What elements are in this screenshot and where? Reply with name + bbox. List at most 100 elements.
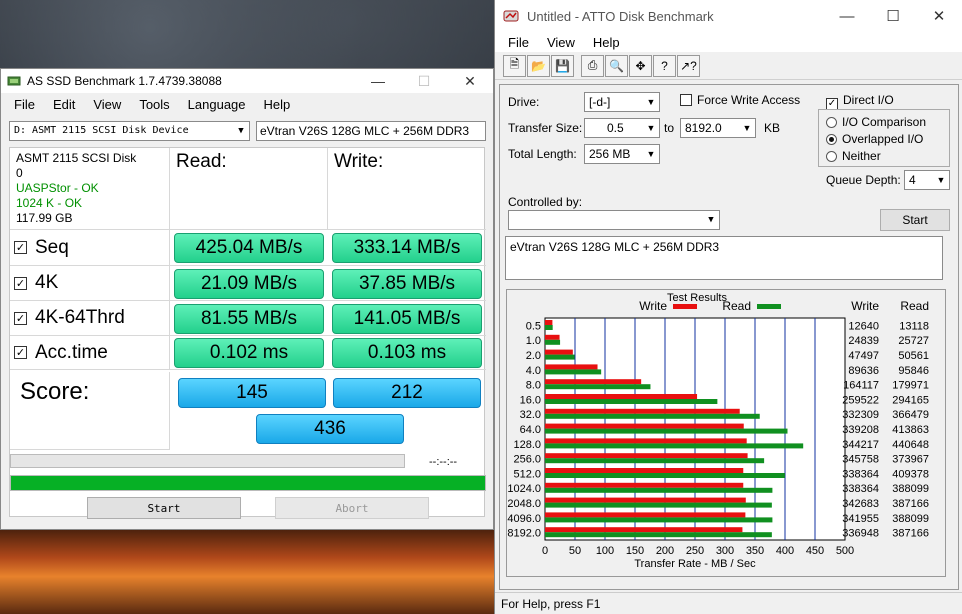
close-button[interactable]: ✕ <box>916 0 962 32</box>
io-comparison-radio[interactable]: I/O Comparison <box>826 115 926 129</box>
move-icon[interactable]: ✥ <box>629 54 652 77</box>
chevron-down-icon: ▼ <box>646 123 656 133</box>
queue-depth-select[interactable]: 4 ▼ <box>904 170 950 190</box>
overall-progress-fill <box>11 476 485 490</box>
bar-write <box>545 408 740 414</box>
4k64-write-value: 141.05 MB/s <box>332 304 482 334</box>
read-header: Read: <box>170 148 328 230</box>
value-write: 332309 <box>842 409 879 421</box>
score-write: 212 <box>333 378 481 408</box>
maximize-button[interactable]: ☐ <box>870 0 916 32</box>
menu-view[interactable]: View <box>538 35 584 50</box>
menu-help[interactable]: Help <box>584 35 629 50</box>
menu-help[interactable]: Help <box>255 97 300 112</box>
drive-info: ASMT 2115 SCSI Disk 0 UASPStor - OK 1024… <box>10 148 170 230</box>
checkbox-checked-icon: ✓ <box>14 311 27 325</box>
direct-io-checkbox[interactable]: ✓ Direct I/O <box>826 93 894 110</box>
chevron-down-icon: ▼ <box>646 97 656 107</box>
total-length-select[interactable]: 256 MB ▼ <box>584 144 660 164</box>
row-label: 4K-64Thrd <box>35 307 125 328</box>
y-tick-label: 16.0 <box>520 394 541 406</box>
window-title: Untitled - ATTO Disk Benchmark <box>527 8 714 24</box>
direct-io-label: Direct I/O <box>843 93 894 107</box>
transfer-size-to-value: 8192.0 <box>685 121 722 135</box>
atto-menubar: File View Help <box>495 32 962 52</box>
menu-edit[interactable]: Edit <box>44 97 84 112</box>
open-folder-icon[interactable]: 📂 <box>527 54 550 77</box>
status-text: For Help, press F1 <box>501 597 601 611</box>
overlapped-io-label: Overlapped I/O <box>842 132 924 146</box>
bar-write <box>545 379 642 385</box>
description-field[interactable]: eVtran V26S 128G MLC + 256M DDR3 <box>505 236 943 280</box>
x-tick-label: 200 <box>656 545 674 557</box>
force-write-label: Force Write Access <box>697 93 801 107</box>
y-tick-label: 2.0 <box>526 350 541 362</box>
force-write-checkbox[interactable]: Force Write Access <box>680 93 800 107</box>
minimize-button[interactable]: — <box>824 0 870 32</box>
desktop-sunset <box>0 520 500 614</box>
menu-file[interactable]: File <box>5 97 44 112</box>
help-icon[interactable]: ? <box>653 54 676 77</box>
value-read: 440648 <box>892 439 929 451</box>
y-tick-label: 32.0 <box>520 409 541 421</box>
value-write: 338364 <box>842 483 879 495</box>
print-preview-icon[interactable]: 🔍 <box>605 54 628 77</box>
radio-empty-icon <box>826 151 837 162</box>
value-write: 164117 <box>843 380 879 392</box>
neither-label: Neither <box>842 149 881 163</box>
drive-select[interactable]: [-d-] ▼ <box>584 92 660 112</box>
checkbox-checked-icon: ✓ <box>14 241 27 254</box>
print-icon[interactable]: ⎙ <box>581 54 604 77</box>
bar-read <box>545 369 602 375</box>
row-4k64-label[interactable]: ✓ 4K-64Thrd <box>10 301 170 336</box>
start-button[interactable]: Start <box>87 497 241 519</box>
bar-write <box>545 527 743 533</box>
device-select[interactable]: D: ASMT 2115 SCSI Disk Device ▼ <box>9 121 250 141</box>
bar-read <box>545 413 760 419</box>
drive-label: Drive: <box>508 95 540 109</box>
menu-tools[interactable]: Tools <box>130 97 178 112</box>
chevron-down-icon: ▼ <box>238 126 244 136</box>
acc-read-value: 0.102 ms <box>174 338 324 368</box>
bar-write <box>545 423 744 429</box>
atto-titlebar[interactable]: Untitled - ATTO Disk Benchmark — ☐ ✕ <box>495 0 962 32</box>
bar-read <box>545 354 575 360</box>
close-button[interactable]: ✕ <box>447 69 493 93</box>
overlapped-io-radio[interactable]: Overlapped I/O <box>826 132 923 146</box>
as-ssd-window: AS SSD Benchmark 1.7.4739.38088 — ☐ ✕ Fi… <box>0 68 494 530</box>
atto-toolbar: 🗎 📂 💾 ⎙ 🔍 ✥ ? ↗? <box>495 52 962 80</box>
row-label: Seq <box>35 236 69 258</box>
4k-write-value: 37.85 MB/s <box>332 269 482 299</box>
seq-write-value: 333.14 MB/s <box>332 233 482 263</box>
transfer-size-from[interactable]: 0.5 ▼ <box>584 118 660 138</box>
menu-language[interactable]: Language <box>179 97 255 112</box>
bar-write <box>545 482 744 488</box>
menu-view[interactable]: View <box>84 97 130 112</box>
neither-radio[interactable]: Neither <box>826 149 881 163</box>
new-document-icon[interactable]: 🗎 <box>503 54 526 77</box>
bar-write <box>545 320 553 325</box>
value-read: 388099 <box>892 513 929 525</box>
transfer-size-to[interactable]: 8192.0 ▼ <box>680 118 756 138</box>
row-4k-label[interactable]: ✓ 4K <box>10 266 170 301</box>
bar-read <box>545 473 785 478</box>
as-ssd-titlebar[interactable]: AS SSD Benchmark 1.7.4739.38088 — ☐ ✕ <box>1 69 493 93</box>
y-tick-label: 4.0 <box>526 365 541 377</box>
chevron-down-icon: ▼ <box>936 175 946 185</box>
legend-read-label: Read <box>722 299 751 313</box>
context-help-icon[interactable]: ↗? <box>677 54 700 77</box>
x-axis-label: Transfer Rate - MB / Sec <box>634 558 756 570</box>
device-name-field[interactable]: eVtran V26S 128G MLC + 256M DDR3 <box>256 121 486 141</box>
save-icon[interactable]: 💾 <box>551 54 574 77</box>
start-button[interactable]: Start <box>880 209 950 231</box>
bar-read <box>545 339 561 345</box>
minimize-button[interactable]: — <box>355 69 401 93</box>
desktop-sky <box>0 0 500 70</box>
y-tick-label: 2048.0 <box>507 498 541 510</box>
score-total: 436 <box>256 414 404 444</box>
menu-file[interactable]: File <box>499 35 538 50</box>
y-tick-label: 256.0 <box>513 454 541 466</box>
row-acc-label[interactable]: ✓ Acc.time <box>10 336 170 370</box>
row-seq-label[interactable]: ✓ Seq <box>10 230 170 266</box>
controlled-by-select[interactable]: ▼ <box>508 210 720 230</box>
